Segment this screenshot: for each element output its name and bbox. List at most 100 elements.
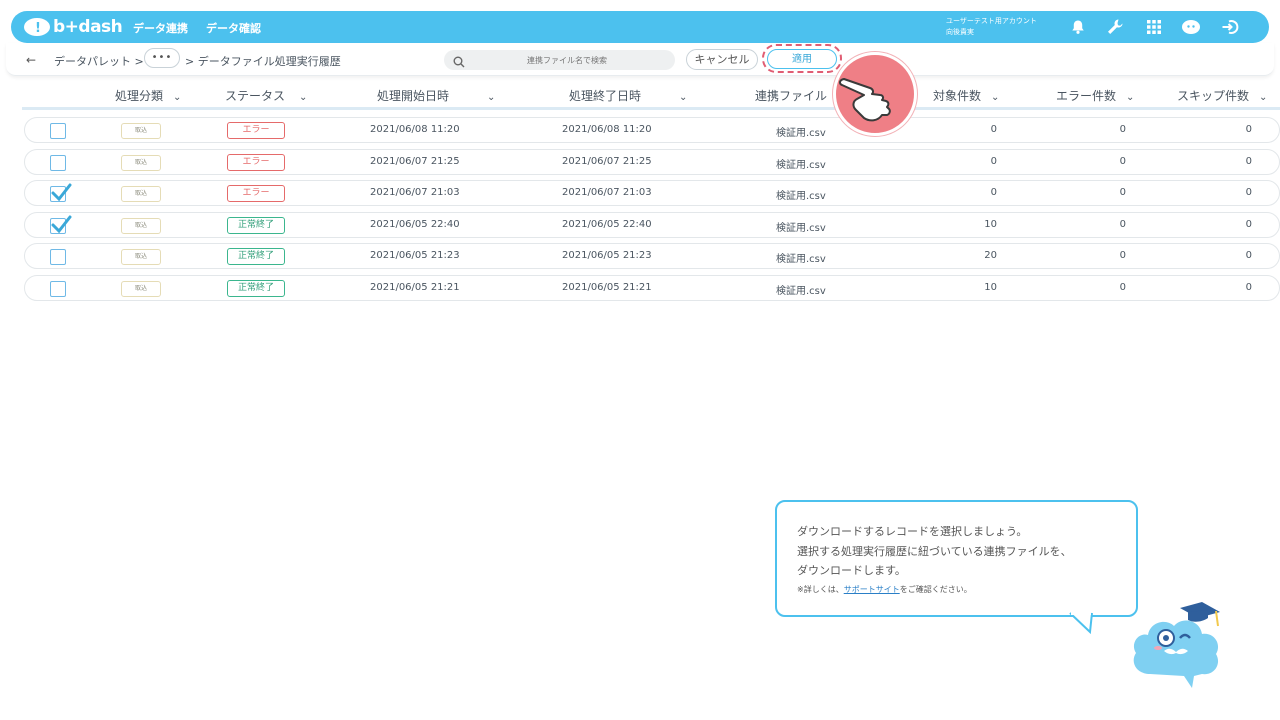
support-site-link[interactable]: サポートサイト [844, 585, 900, 594]
file-name[interactable]: 検証用.csv [776, 282, 826, 297]
end-time: 2021/06/05 21:21 [562, 282, 652, 293]
error-count: 0 [1119, 219, 1126, 230]
logout-icon[interactable] [1219, 16, 1241, 38]
column-header-count[interactable]: 対象件数 ⌄ [933, 87, 999, 104]
skip-count: 0 [1245, 219, 1252, 230]
file-name[interactable]: 検証用.csv [776, 250, 826, 265]
search-input[interactable] [472, 52, 662, 68]
error-count: 0 [1119, 250, 1126, 261]
column-header-errors[interactable]: エラー件数 ⌄ [1056, 87, 1134, 104]
grid-icon[interactable] [1143, 16, 1165, 38]
process-type-tag: 取込 [121, 155, 161, 171]
row-checkbox[interactable] [50, 155, 66, 171]
status-badge: 正常終了 [227, 248, 285, 265]
end-time: 2021/06/07 21:25 [562, 156, 652, 167]
pointer-hand-icon [833, 52, 917, 136]
skip-count: 0 [1245, 187, 1252, 198]
mascot-cloud-icon [1128, 596, 1228, 691]
logo-cloud-icon: ! [23, 16, 51, 38]
column-header-start[interactable]: 処理開始日時 ⌄ [377, 87, 495, 104]
search-icon [453, 53, 465, 72]
cancel-button[interactable]: キャンセル [686, 49, 758, 70]
tooltip-line-3: ダウンロードします。 [797, 564, 906, 577]
tooltip-note: ※詳しくは、サポートサイトをご確認ください。 [797, 585, 972, 594]
row-checkbox[interactable] [50, 249, 66, 265]
row-checkbox[interactable] [50, 123, 66, 139]
skip-count: 0 [1245, 124, 1252, 135]
process-type-tag: 取込 [121, 281, 161, 297]
start-time: 2021/06/07 21:25 [370, 156, 460, 167]
row-checkbox[interactable] [50, 183, 72, 202]
column-header-type[interactable]: 処理分類 ⌄ [115, 87, 181, 104]
checkmark-icon [51, 215, 72, 234]
column-header-file[interactable]: 連携ファイル [755, 87, 827, 104]
file-name[interactable]: 検証用.csv [776, 124, 826, 139]
logo[interactable]: ! b+dash [23, 15, 123, 39]
end-time: 2021/06/07 21:03 [562, 187, 652, 198]
status-badge: 正常終了 [227, 280, 285, 297]
table-row[interactable]: 取込 正常終了 2021/06/05 21:23 2021/06/05 21:23 検証… [24, 243, 1280, 269]
error-count: 0 [1119, 187, 1126, 198]
table-row[interactable]: 取込 正常終了 2021/06/05 22:40 2021/06/05 22:40 検証… [24, 212, 1280, 238]
apply-button[interactable]: 適用 [767, 49, 837, 69]
skip-count: 0 [1245, 156, 1252, 167]
toolbar: ← データパレット > ••• > データファイル処理実行履歴 キャンセル 適用 [6, 43, 1274, 76]
start-time: 2021/06/05 21:21 [370, 282, 460, 293]
row-checkbox[interactable] [50, 215, 72, 234]
status-badge: 正常終了 [227, 217, 285, 234]
table-row[interactable]: 取込 エラー 2021/06/08 11:20 2021/06/08 11:20 検証用… [24, 117, 1280, 143]
target-count: 10 [984, 282, 997, 293]
table-header: 処理分類 ⌄ ステータス ⌄ 処理開始日時 ⌄ 処理終了日時 ⌄ 連携ファイル 対象件数… [22, 80, 1280, 110]
chevron-down-icon[interactable]: ⌄ [1259, 92, 1267, 103]
account-name: ユーザーテスト用アカウント [946, 17, 1037, 25]
file-name[interactable]: 検証用.csv [776, 156, 826, 171]
account-info[interactable]: ユーザーテスト用アカウント 向後貴実 [946, 16, 1037, 38]
wrench-icon[interactable] [1104, 16, 1126, 38]
search-box[interactable] [444, 50, 675, 70]
account-user: 向後貴実 [946, 28, 974, 36]
start-time: 2021/06/07 21:03 [370, 187, 460, 198]
process-type-tag: 取込 [121, 123, 161, 139]
status-badge: エラー [227, 122, 285, 139]
chevron-down-icon[interactable]: ⌄ [487, 92, 495, 103]
start-time: 2021/06/08 11:20 [370, 124, 460, 135]
file-name[interactable]: 検証用.csv [776, 219, 826, 234]
table-row[interactable]: 取込 エラー 2021/06/07 21:25 2021/06/07 21:25 検証用… [24, 149, 1280, 175]
tooltip-bubble: ダウンロードするレコードを選択しましょう。 選択する処理実行履歴に紐づいている連… [775, 500, 1138, 617]
bell-icon[interactable] [1067, 16, 1089, 38]
column-header-skips[interactable]: スキップ件数 ⌄ [1177, 87, 1267, 104]
nav-data-check[interactable]: データ確認 [206, 20, 261, 36]
tooltip-line-1: ダウンロードするレコードを選択しましょう。 [797, 525, 1028, 538]
chevron-down-icon[interactable]: ⌄ [173, 92, 181, 103]
breadcrumb-current: > データファイル処理実行履歴 [185, 55, 341, 68]
chevron-down-icon[interactable]: ⌄ [299, 92, 307, 103]
column-header-status[interactable]: ステータス ⌄ [225, 87, 307, 104]
cloud-avatar-icon[interactable] [1180, 16, 1202, 38]
chevron-down-icon[interactable]: ⌄ [1126, 92, 1134, 103]
target-count: 10 [984, 219, 997, 230]
table-row[interactable]: 取込 正常終了 2021/06/05 21:21 2021/06/05 21:21 検証… [24, 275, 1280, 301]
chevron-down-icon[interactable]: ⌄ [991, 92, 999, 103]
breadcrumb-more-button[interactable]: ••• [144, 48, 180, 68]
tooltip-line-2: 選択する処理実行履歴に紐づいている連携ファイルを、 [797, 545, 1072, 558]
error-count: 0 [1119, 156, 1126, 167]
process-type-tag: 取込 [121, 218, 161, 234]
process-type-tag: 取込 [121, 186, 161, 202]
chevron-down-icon[interactable]: ⌄ [679, 92, 687, 103]
back-arrow-icon[interactable]: ← [26, 53, 36, 67]
breadcrumb-data-palette[interactable]: データパレット > [54, 53, 144, 69]
process-type-tag: 取込 [121, 249, 161, 265]
target-count: 0 [990, 124, 997, 135]
file-name[interactable]: 検証用.csv [776, 187, 826, 202]
start-time: 2021/06/05 22:40 [370, 219, 460, 230]
row-checkbox[interactable] [50, 281, 66, 297]
target-count: 0 [990, 187, 997, 198]
end-time: 2021/06/08 11:20 [562, 124, 652, 135]
column-header-end[interactable]: 処理終了日時 ⌄ [569, 87, 687, 104]
target-count: 0 [990, 156, 997, 167]
logo-text: b+dash [53, 17, 123, 37]
nav-data-integration[interactable]: データ連携 [133, 20, 188, 36]
error-count: 0 [1119, 124, 1126, 135]
target-count: 20 [984, 250, 997, 261]
table-row[interactable]: 取込 エラー 2021/06/07 21:03 2021/06/07 21:03 検証用… [24, 180, 1280, 206]
